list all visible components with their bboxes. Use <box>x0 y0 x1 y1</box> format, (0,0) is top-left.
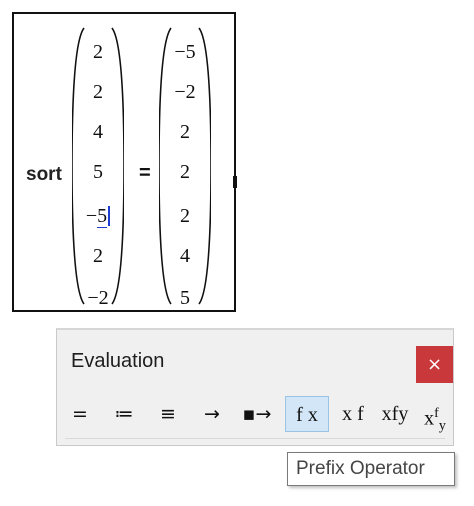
input-element-2[interactable]: 2 <box>72 80 124 104</box>
result-element-4[interactable]: 2 <box>159 160 211 184</box>
input-element-7[interactable]: −2 <box>72 286 124 310</box>
toolbar-divider <box>65 438 445 439</box>
result-element-7[interactable]: 5 <box>159 286 211 310</box>
result-vector[interactable]: −5 −2 2 2 2 4 5 <box>159 24 211 310</box>
evaluate-button[interactable]: = <box>65 396 95 432</box>
tooltip: Prefix Operator <box>287 452 455 486</box>
result-element-5[interactable]: 2 <box>159 204 211 228</box>
edit-cursor <box>108 206 111 226</box>
input-vector[interactable]: 2 2 4 5 −5 2 −2 <box>72 24 124 310</box>
result-element-3[interactable]: 2 <box>159 120 211 144</box>
input-element-6[interactable]: 2 <box>72 244 124 268</box>
global-definition-button[interactable]: ≡ <box>153 396 183 432</box>
evaluation-toolbar: Evaluation × = ≔ ≡ → ▪→ f xx f xfy xfy <box>56 328 454 446</box>
symbolic-keyword-button[interactable]: ▪→ <box>235 396 279 432</box>
infix-operator-button[interactable]: xfy <box>375 396 415 432</box>
symbolic-evaluation-button[interactable]: → <box>195 396 229 432</box>
treefix-operator-button[interactable]: xfy <box>417 396 453 434</box>
equals-sign: = <box>139 162 151 184</box>
input-element-4[interactable]: 5 <box>72 160 124 184</box>
result-element-6[interactable]: 4 <box>159 244 211 268</box>
input-element-5[interactable]: −5 <box>72 204 124 228</box>
definition-button[interactable]: ≔ <box>107 396 141 432</box>
toolbar-title: Evaluation <box>71 350 165 372</box>
insertion-cursor <box>233 176 237 188</box>
input-element-1[interactable]: 2 <box>72 40 124 64</box>
prefix-operator-button[interactable]: f x <box>285 396 329 432</box>
result-element-2[interactable]: −2 <box>159 80 211 104</box>
function-name: sort <box>26 164 62 185</box>
postfix-operator-button[interactable]: x f <box>333 396 373 432</box>
close-button[interactable]: × <box>416 346 453 383</box>
math-region[interactable]: sort 2 2 4 5 −5 2 −2 = −5 −2 2 2 2 4 5 <box>12 12 237 312</box>
result-element-1[interactable]: −5 <box>159 40 211 64</box>
input-element-3[interactable]: 4 <box>72 120 124 144</box>
